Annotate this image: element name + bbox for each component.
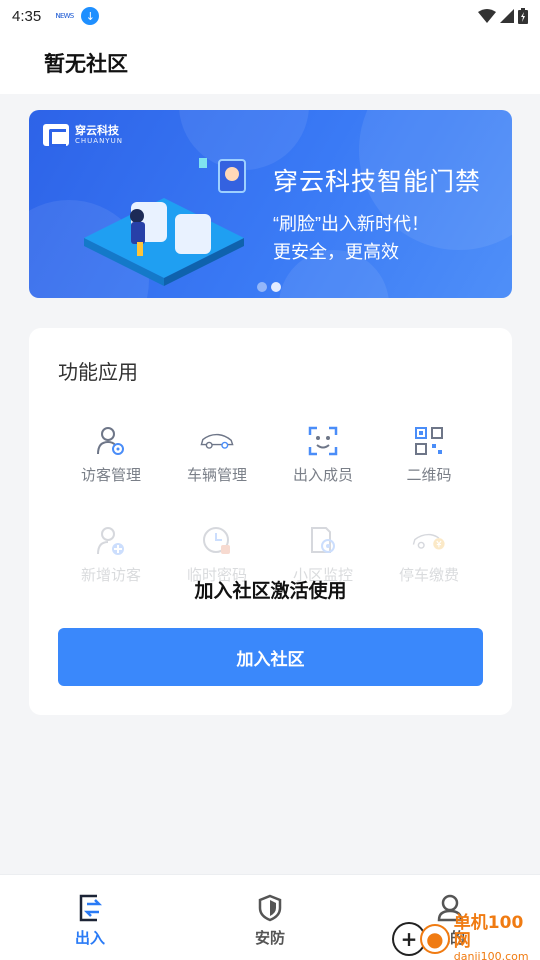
car-manage-item[interactable]: 车辆管理 (164, 424, 270, 524)
watermark-text: 单机100网 danji100.com (454, 914, 540, 960)
join-community-button[interactable]: 加入社区 (58, 628, 483, 686)
nav-label: 出入 (74, 930, 105, 947)
watermark-url: danji100.com (453, 950, 529, 960)
entry-icon (75, 893, 105, 923)
banner-title: 穿云科技智能门禁 (273, 168, 482, 196)
brand-name-cn: 穿云科技 (75, 123, 119, 137)
banner[interactable]: 穿云科技 CHUANYUN 穿云科技智能门禁 “刷脸”出入新时代！ 更安全，更高… (29, 110, 512, 298)
grid-label: 二维码 (406, 467, 452, 484)
grid-label: 出入成员 (292, 467, 353, 484)
pager-dot[interactable] (257, 282, 267, 292)
parking-fee-item[interactable]: 停车缴费 (376, 524, 482, 624)
page-title[interactable]: 暂无社区 (44, 48, 128, 78)
nav-label: 安防 (254, 930, 285, 947)
brand-mark-icon (43, 124, 69, 147)
brand-name-en: CHUANYUN (75, 136, 123, 145)
face-scan-icon (306, 424, 340, 458)
status-bar: 4:35 ɴᴇᴡs ↓ (0, 0, 540, 32)
status-indicators (478, 8, 528, 24)
news-icon: ɴᴇᴡs (55, 11, 74, 21)
battery-icon (518, 8, 528, 24)
pager-dot-active[interactable] (271, 282, 281, 292)
qr-code-icon (412, 424, 446, 458)
parking-fee-icon (412, 524, 446, 558)
function-card: 功能应用 访客管理 车辆管理 出入成员 二维码 新增访客 临时密码 小区监控 停… (29, 328, 512, 715)
monitor-icon (306, 524, 340, 558)
function-row-disabled: 新增访客 临时密码 小区监控 停车缴费 (58, 524, 482, 624)
car-icon (200, 424, 234, 458)
signal-icon (500, 9, 514, 23)
grid-label: 车辆管理 (186, 467, 247, 484)
nav-item-security[interactable]: 安防 (180, 875, 360, 960)
function-row: 访客管理 车辆管理 出入成员 二维码 (58, 424, 482, 524)
banner-pager (257, 282, 281, 292)
watermark-eye-icon: ● (419, 923, 450, 954)
visitor-manage-icon (94, 424, 128, 458)
banner-slogan-1: “刷脸”出入新时代！ (273, 214, 429, 234)
visitor-manage-item[interactable]: 访客管理 (58, 424, 164, 524)
qr-code-item[interactable]: 二维码 (376, 424, 482, 524)
header: 暂无社区 (0, 32, 540, 94)
community-monitor-item[interactable]: 小区监控 (270, 524, 376, 624)
temp-password-item[interactable]: 临时密码 (164, 524, 270, 624)
grid-label: 访客管理 (80, 467, 141, 484)
shield-icon (255, 893, 285, 923)
add-visitor-icon (94, 524, 128, 558)
clock-icon (200, 524, 234, 558)
watermark-cn: 单机100网 (453, 913, 524, 951)
gate-illustration (84, 158, 246, 286)
status-time: 4:35 (12, 7, 42, 25)
entry-members-item[interactable]: 出入成员 (270, 424, 376, 524)
wifi-icon (478, 9, 496, 23)
add-visitor-item[interactable]: 新增访客 (58, 524, 164, 624)
nav-item-entry[interactable]: 出入 (0, 875, 180, 960)
watermark: + ● 单机100网 danji100.com (392, 914, 540, 960)
brand-logo: 穿云科技 CHUANYUN (43, 123, 123, 147)
function-card-title: 功能应用 (58, 362, 138, 384)
activation-hint: 加入社区激活使用 (194, 581, 347, 602)
banner-slogan-2: 更安全，更高效 (273, 242, 399, 262)
download-icon: ↓ (81, 7, 100, 25)
